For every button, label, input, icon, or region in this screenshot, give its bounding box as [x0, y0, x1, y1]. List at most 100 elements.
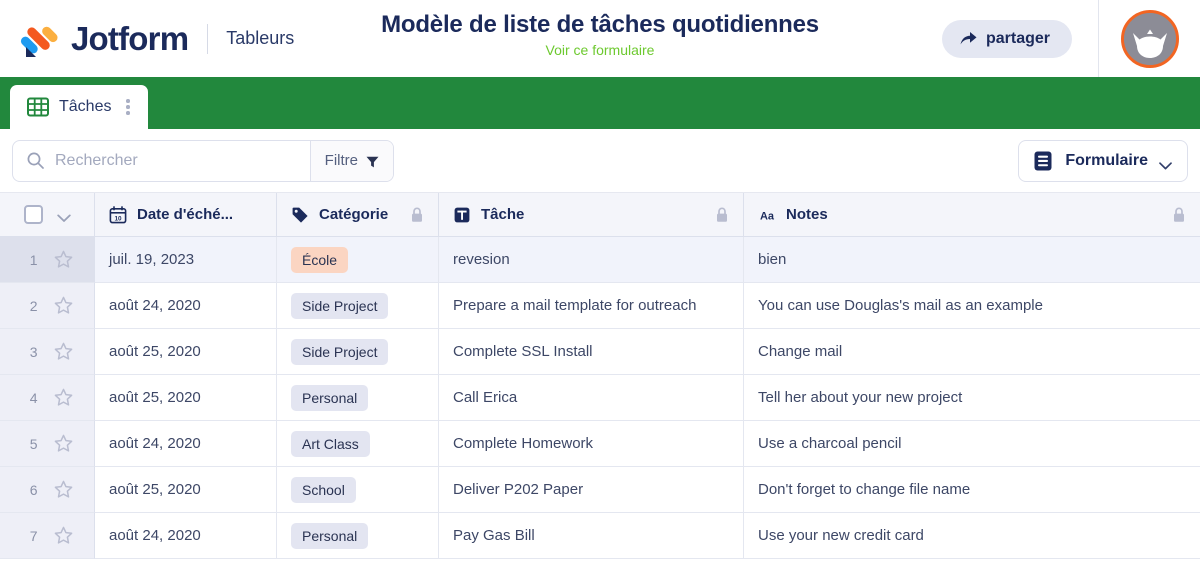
cell-category[interactable]: Side Project [277, 283, 439, 329]
table-row[interactable]: 3 août 25, 2020 Side Project Complete SSL I… [0, 329, 1200, 375]
cell-task[interactable]: Prepare a mail template for outreach [439, 283, 744, 329]
cell-date[interactable]: août 25, 2020 [95, 467, 277, 513]
status-badge: School [291, 476, 356, 503]
form-view-label: Formulaire [1065, 151, 1148, 169]
table-header-row: 10 Date d'éché... Catégorie Tâche Aa Not… [0, 193, 1200, 237]
status-badge: Personal [291, 522, 369, 549]
cell-date[interactable]: juil. 19, 2023 [95, 237, 277, 283]
product-name: Tableurs [226, 28, 295, 48]
jotform-logo-icon[interactable] [18, 16, 64, 62]
cell-category[interactable]: Personal [277, 375, 439, 421]
share-button-label: partager [985, 29, 1050, 47]
star-icon[interactable] [54, 250, 73, 269]
cell-notes[interactable]: Don't forget to change file name [744, 467, 1200, 513]
cell-notes[interactable]: Use a charcoal pencil [744, 421, 1200, 467]
cell-category[interactable]: School [277, 467, 439, 513]
status-badge: Side Project [291, 338, 389, 365]
column-header-date[interactable]: 10 Date d'éché... [95, 193, 277, 237]
column-header-label: Catégorie [319, 206, 389, 223]
cell-task[interactable]: Call Erica [439, 375, 744, 421]
star-icon[interactable] [54, 342, 73, 361]
sidebar-item-taches[interactable]: Tâches [10, 85, 148, 129]
data-grid: 10 Date d'éché... Catégorie Tâche Aa Not… [0, 193, 1200, 559]
row-number: 6 [29, 481, 38, 498]
star-icon[interactable] [54, 480, 73, 499]
row-gutter[interactable]: 1 [0, 237, 95, 283]
status-badge: Side Project [291, 292, 389, 319]
search-input[interactable] [55, 151, 310, 170]
svg-text:Aa: Aa [760, 210, 775, 222]
cell-category[interactable]: Art Class [277, 421, 439, 467]
filter-button[interactable]: Filtre [309, 140, 393, 181]
filter-button-label: Filtre [324, 152, 358, 169]
row-gutter[interactable]: 4 [0, 375, 95, 421]
cell-notes[interactable]: Change mail [744, 329, 1200, 375]
star-icon[interactable] [54, 296, 73, 315]
table-toolbar: Filtre Formulaire [0, 129, 1200, 193]
table-row[interactable]: 5 août 24, 2020 Art Class Complete Homework… [0, 421, 1200, 467]
star-icon[interactable] [54, 388, 73, 407]
cell-date[interactable]: août 24, 2020 [95, 283, 277, 329]
header-actions: partager [941, 0, 1200, 77]
column-header-task[interactable]: Tâche [439, 193, 744, 237]
calendar-icon: 10 [109, 205, 127, 224]
cell-category[interactable]: Side Project [277, 329, 439, 375]
select-all-cell [0, 193, 95, 237]
chevron-down-icon [1159, 157, 1172, 169]
share-button[interactable]: partager [941, 19, 1072, 58]
table-row[interactable]: 4 août 25, 2020 Personal Call Erica Tell her… [0, 375, 1200, 421]
row-number: 1 [29, 251, 38, 268]
cell-notes[interactable]: bien [744, 237, 1200, 283]
form-view-button[interactable]: Formulaire [1018, 139, 1188, 182]
star-icon[interactable] [54, 434, 73, 453]
svg-text:10: 10 [114, 215, 122, 222]
cell-task[interactable]: Pay Gas Bill [439, 513, 744, 559]
form-document-icon [1032, 150, 1054, 172]
brand-name: Jotform [71, 19, 189, 57]
view-form-link[interactable]: Voir ce formulaire [546, 40, 655, 60]
lock-icon [715, 206, 729, 223]
table-row[interactable]: 2 août 24, 2020 Side Project Prepare a mail… [0, 283, 1200, 329]
cell-notes[interactable]: You can use Douglas's mail as an example [744, 283, 1200, 329]
row-gutter[interactable]: 7 [0, 513, 95, 559]
cell-category[interactable]: Personal [277, 513, 439, 559]
cell-task[interactable]: Complete Homework [439, 421, 744, 467]
checkbox-unchecked-icon[interactable] [23, 205, 43, 224]
column-header-notes[interactable]: Aa Notes [744, 193, 1200, 237]
status-badge: Art Class [291, 430, 370, 457]
star-icon[interactable] [54, 526, 73, 545]
cell-task[interactable]: revesion [439, 237, 744, 283]
table-row[interactable]: 1 juil. 19, 2023 École revesion bien [0, 237, 1200, 283]
table-row[interactable]: 6 août 25, 2020 School Deliver P202 Paper Do… [0, 467, 1200, 513]
row-gutter[interactable]: 2 [0, 283, 95, 329]
table-row[interactable]: 7 août 24, 2020 Personal Pay Gas Bill Use yo… [0, 513, 1200, 559]
cell-date[interactable]: août 25, 2020 [95, 329, 277, 375]
more-vertical-icon[interactable] [121, 99, 135, 115]
cell-date[interactable]: août 24, 2020 [95, 421, 277, 467]
text-field-icon [453, 206, 471, 224]
row-gutter[interactable]: 6 [0, 467, 95, 513]
table-body: 1 juil. 19, 2023 École revesion bien 2 août 24… [0, 237, 1200, 559]
status-badge: École [291, 246, 349, 273]
status-badge: Personal [291, 384, 369, 411]
header-divider [1098, 0, 1099, 77]
column-header-category[interactable]: Catégorie [277, 193, 439, 237]
search-area: Filtre [12, 139, 394, 182]
share-arrow-icon [960, 31, 977, 46]
cell-date[interactable]: août 24, 2020 [95, 513, 277, 559]
cell-notes[interactable]: Use your new credit card [744, 513, 1200, 559]
search-field[interactable] [13, 141, 310, 181]
cell-date[interactable]: août 25, 2020 [95, 375, 277, 421]
row-gutter[interactable]: 3 [0, 329, 95, 375]
row-gutter[interactable]: 5 [0, 421, 95, 467]
cell-category[interactable]: École [277, 237, 439, 283]
cell-task[interactable]: Deliver P202 Paper [439, 467, 744, 513]
user-avatar-icon[interactable] [1121, 9, 1179, 68]
cell-notes[interactable]: Tell her about your new project [744, 375, 1200, 421]
search-icon [27, 152, 44, 169]
sheet-tab-bar: Tâches [0, 77, 1200, 129]
chevron-down-icon[interactable] [56, 210, 71, 222]
lock-icon [1172, 206, 1186, 223]
cell-task[interactable]: Complete SSL Install [439, 329, 744, 375]
row-number: 5 [29, 435, 38, 452]
